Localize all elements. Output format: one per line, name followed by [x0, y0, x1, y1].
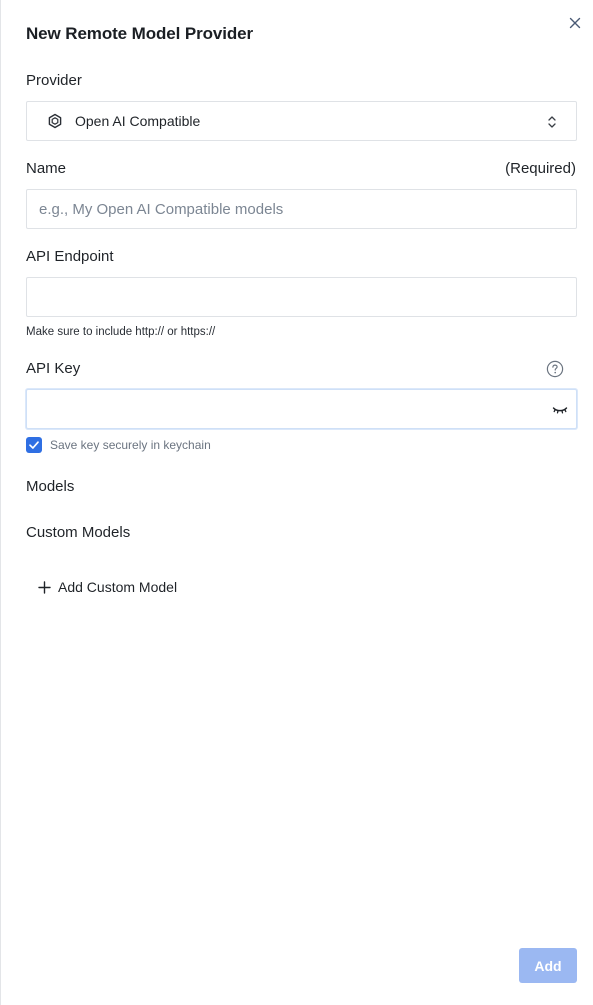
api-key-input[interactable] — [27, 390, 576, 428]
add-custom-model-label: Add Custom Model — [58, 579, 178, 595]
api-endpoint-field-container — [26, 277, 577, 317]
api-key-label: API Key — [26, 360, 81, 377]
models-heading: Models — [26, 478, 75, 495]
custom-models-heading: Custom Models — [26, 524, 131, 541]
save-key-checkbox-label[interactable]: Save key securely in keychain — [50, 438, 211, 452]
name-field-container — [26, 189, 577, 229]
api-endpoint-hint: Make sure to include http:// or https:// — [26, 326, 216, 338]
provider-selected-value: Open AI Compatible — [75, 113, 201, 129]
openai-hex-icon — [48, 113, 62, 129]
api-endpoint-label: API Endpoint — [26, 248, 114, 265]
add-button[interactable]: Add — [519, 948, 577, 983]
provider-select[interactable]: Open AI Compatible — [26, 101, 577, 141]
checkmark-icon — [29, 441, 39, 449]
api-key-field-container — [26, 389, 577, 429]
api-endpoint-input[interactable] — [27, 278, 576, 316]
provider-label: Provider — [26, 72, 82, 89]
new-remote-model-provider-dialog: New Remote Model Provider Provider Open … — [0, 0, 593, 1005]
name-input[interactable] — [27, 190, 576, 228]
name-label: Name — [26, 160, 67, 177]
dialog-title: New Remote Model Provider — [26, 24, 254, 43]
help-icon[interactable] — [546, 360, 564, 378]
add-custom-model-button[interactable]: Add Custom Model — [38, 576, 177, 598]
required-indicator: (Required) — [505, 160, 576, 177]
close-icon[interactable] — [567, 15, 583, 31]
chevron-up-down-icon — [548, 116, 556, 128]
plus-icon — [38, 580, 51, 594]
eye-closed-icon[interactable] — [552, 403, 568, 417]
save-key-checkbox[interactable] — [26, 437, 42, 453]
